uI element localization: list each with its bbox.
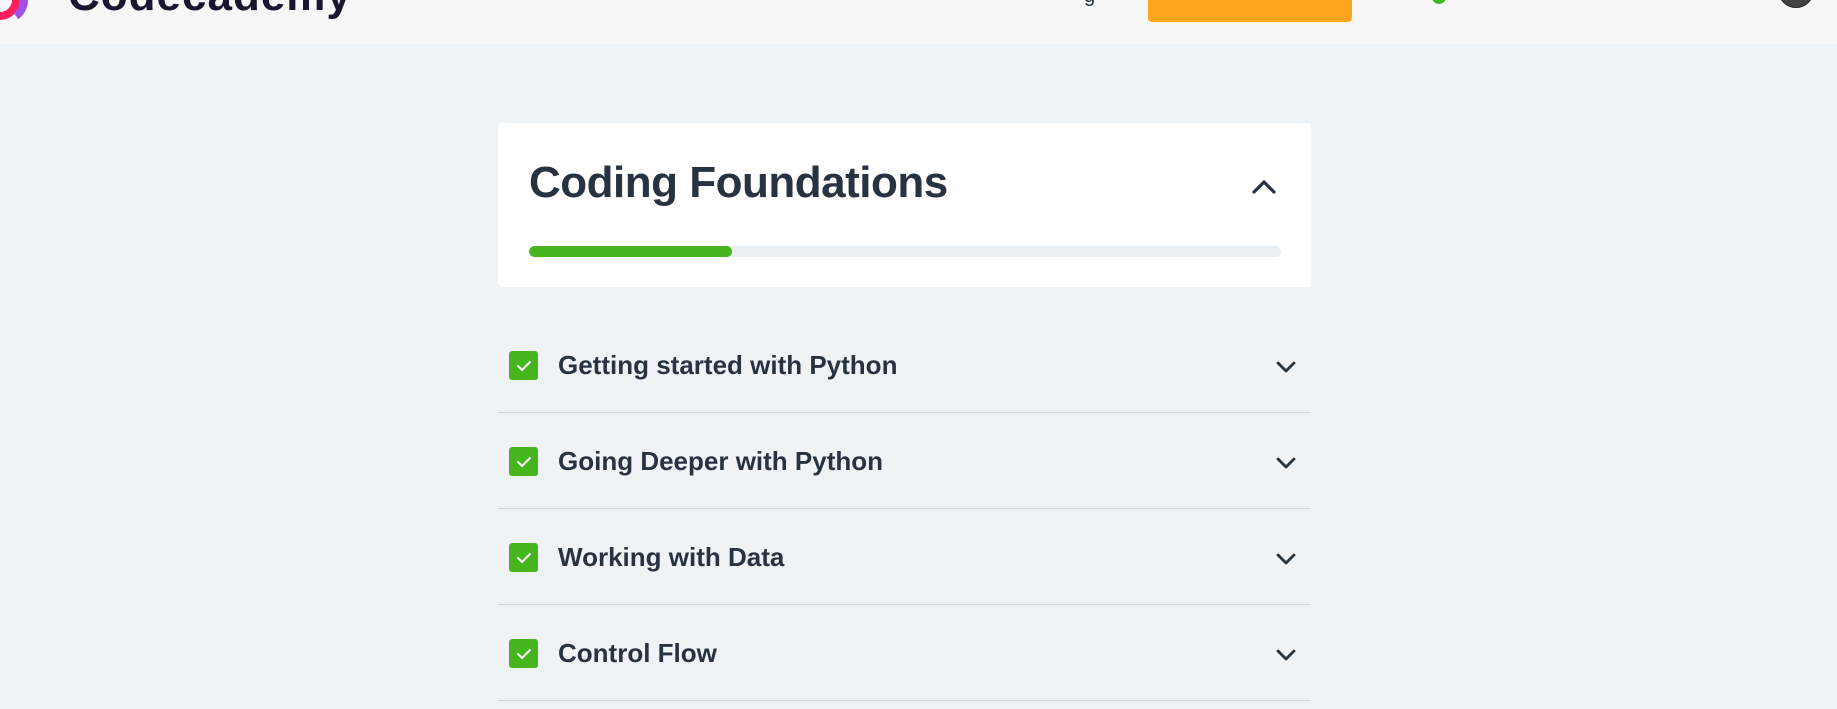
completed-checkbox <box>509 447 538 476</box>
nav-link[interactable]: g <box>1084 0 1095 6</box>
course-card: Coding Foundations <box>498 123 1311 287</box>
expand-module-button[interactable] <box>1272 641 1300 669</box>
chevron-down-icon <box>1276 649 1296 661</box>
module-title: Working with Data <box>558 542 785 572</box>
user-avatar[interactable] <box>1778 0 1814 8</box>
module-list: Getting started with Python Going Deeper… <box>498 317 1311 701</box>
chevron-down-icon <box>1276 457 1296 469</box>
completed-checkbox <box>509 543 538 572</box>
checkmark-icon <box>516 456 531 467</box>
chevron-up-icon <box>1252 180 1276 194</box>
chevron-down-icon <box>1276 361 1296 373</box>
expand-module-button[interactable] <box>1272 353 1300 381</box>
module-title: Control Flow <box>558 638 717 668</box>
top-navigation-bar: Codecademy g <box>0 0 1837 44</box>
module-title: Going Deeper with Python <box>558 446 884 476</box>
checkmark-icon <box>516 360 531 371</box>
upgrade-button[interactable] <box>1148 0 1352 22</box>
module-row[interactable]: Working with Data <box>498 509 1311 605</box>
checkmark-icon <box>516 552 531 563</box>
expand-module-button[interactable] <box>1272 449 1300 477</box>
module-row[interactable]: Getting started with Python <box>498 317 1311 413</box>
status-indicator-icon <box>1432 0 1446 4</box>
collapse-course-button[interactable] <box>1244 169 1284 205</box>
completed-checkbox <box>509 639 538 668</box>
module-row[interactable]: Control Flow <box>498 605 1311 701</box>
course-progress-fill <box>529 246 733 257</box>
expand-module-button[interactable] <box>1272 545 1300 573</box>
module-row[interactable]: Going Deeper with Python <box>498 413 1311 509</box>
course-title: Coding Foundations <box>529 158 948 207</box>
checkmark-icon <box>516 648 531 659</box>
completed-checkbox <box>509 351 538 380</box>
brand-logo-icon[interactable] <box>0 0 48 20</box>
course-progress-bar <box>529 246 1281 257</box>
brand-name[interactable]: Codecademy <box>68 0 352 18</box>
module-title: Getting started with Python <box>558 350 898 380</box>
chevron-down-icon <box>1276 553 1296 565</box>
